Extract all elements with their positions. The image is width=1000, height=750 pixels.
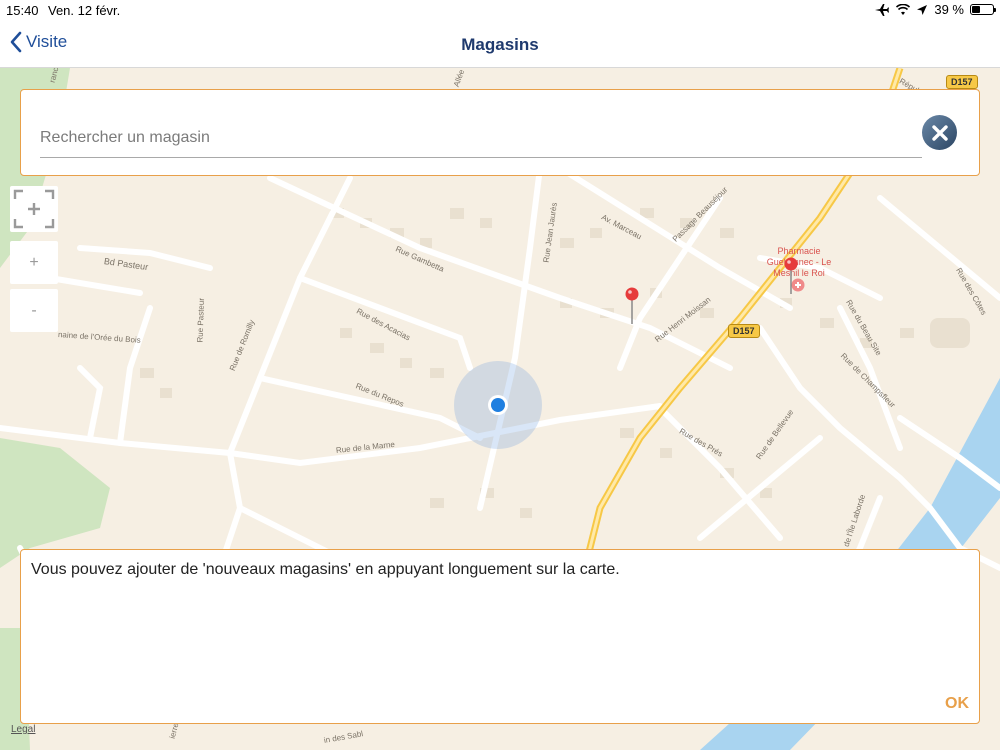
chevron-left-icon: [10, 31, 22, 53]
status-bar: 15:40 Ven. 12 févr. 39 %: [0, 0, 1000, 22]
info-message: Vous pouvez ajouter de 'nouveaux magasin…: [31, 561, 620, 578]
zoom-out-button[interactable]: -: [10, 289, 58, 332]
battery-icon: [970, 4, 996, 15]
fullscreen-crosshair-icon: [13, 189, 55, 229]
status-date: Ven. 12 févr.: [48, 3, 121, 18]
back-label: Visite: [26, 32, 68, 51]
legal-link[interactable]: Legal: [11, 724, 35, 735]
location-arrow-icon: [917, 4, 928, 15]
street-label-rue-pasteur: Rue Pasteur: [195, 297, 207, 343]
page-title: Magasins: [461, 35, 539, 54]
search-input[interactable]: [40, 118, 922, 158]
status-time: 15:40: [6, 3, 39, 18]
back-button[interactable]: Visite: [10, 31, 67, 53]
app-root: 15:40 Ven. 12 févr. 39 % Visite Magasins: [0, 0, 1000, 750]
search-panel: [20, 89, 980, 176]
fit-bounds-button[interactable]: [10, 186, 58, 232]
battery-fill: [972, 6, 980, 13]
road-badge-d157: D157: [728, 324, 760, 338]
clear-search-button[interactable]: [922, 115, 957, 150]
navigation-bar: Visite Magasins: [0, 22, 1000, 68]
poi-label-pharmacie: Pharmacie Guehennec - Le Mesnil le Roi: [766, 246, 832, 278]
zoom-in-button[interactable]: +: [10, 241, 58, 284]
ok-button[interactable]: OK: [945, 695, 969, 713]
wifi-icon: [896, 3, 911, 15]
battery-percent: 39 %: [934, 2, 964, 17]
status-right: 39 %: [874, 2, 996, 17]
road-badge-d157: D157: [946, 75, 978, 89]
store-pin[interactable]: [783, 257, 799, 295]
airplane-icon: [875, 3, 890, 16]
store-pin[interactable]: [624, 287, 640, 325]
close-icon: [931, 124, 948, 141]
current-location-dot: [488, 395, 508, 415]
info-dialog: Vous pouvez ajouter de 'nouveaux magasin…: [20, 549, 980, 724]
